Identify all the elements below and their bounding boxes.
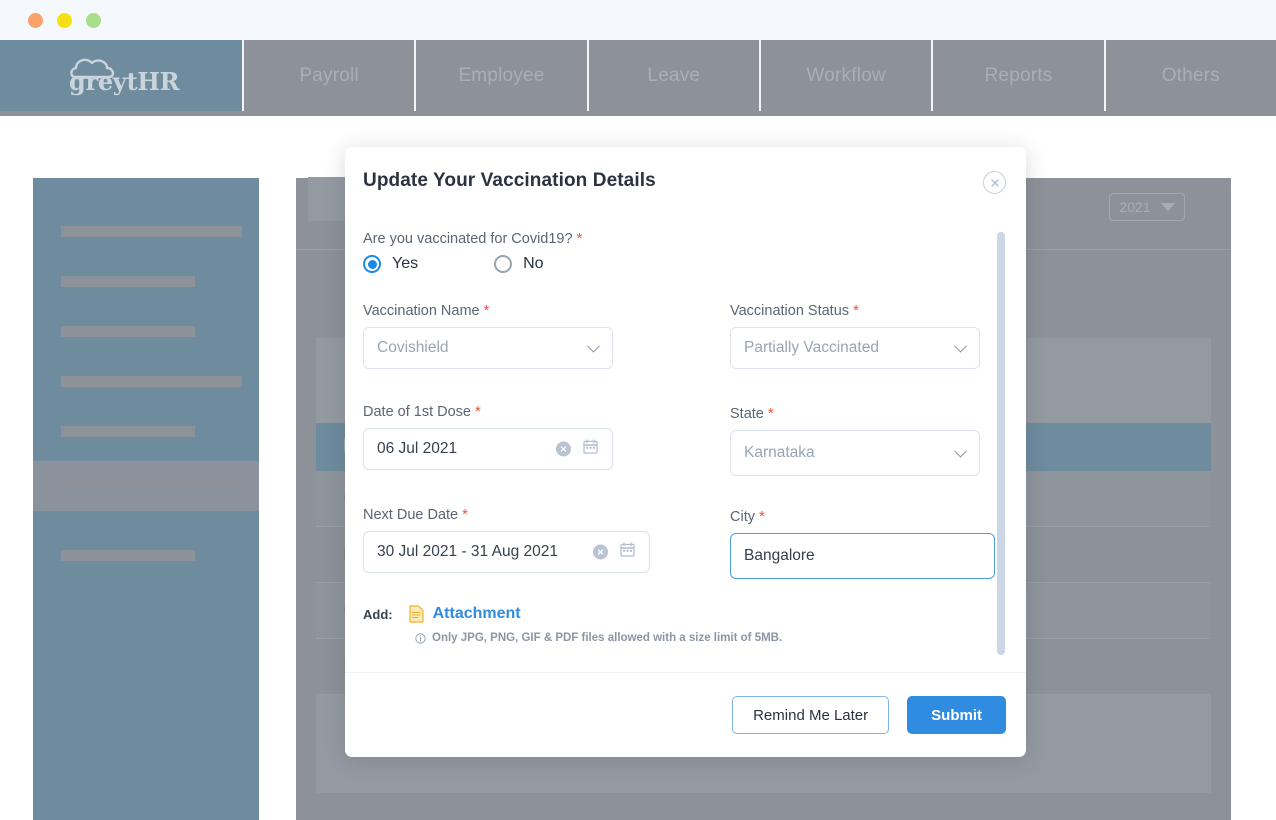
vaccination-name-value: Covishield	[377, 339, 449, 356]
required-marker: *	[767, 405, 774, 422]
attachment-hint-row: Only JPG, PNG, GIF & PDF files allowed w…	[415, 632, 782, 644]
city-input[interactable]: Bangalore	[730, 533, 995, 579]
top-navigation-bar: greytHR Payroll Employee Leave Workflow …	[0, 40, 1276, 111]
next-due-date-label-text: Next Due Date	[363, 507, 459, 523]
calendar-icon[interactable]	[583, 439, 598, 459]
brand-logo[interactable]: greytHR	[0, 40, 242, 111]
required-marker: *	[853, 302, 859, 319]
radio-icon-selected	[363, 255, 381, 273]
calendar-glyph	[620, 542, 635, 557]
clear-glyph	[560, 446, 567, 452]
nav-item-payroll[interactable]: Payroll	[242, 40, 414, 111]
date-first-dose-input[interactable]: 06 Jul 2021	[363, 428, 613, 470]
vaccination-name-select[interactable]: Covishield	[363, 327, 613, 369]
required-marker: *	[462, 506, 468, 523]
attachment-hint-text: Only JPG, PNG, GIF & PDF files allowed w…	[432, 632, 783, 644]
attachment-link-label: Attachment	[432, 605, 521, 622]
next-due-date-field: Next Due Date * 30 Jul 2021 - 31 Aug 202…	[363, 506, 650, 573]
date-first-dose-label: Date of 1st Dose *	[363, 403, 613, 420]
city-value: Bangalore	[744, 547, 815, 564]
clear-glyph	[597, 549, 604, 555]
remind-me-later-button[interactable]: Remind Me Later	[732, 696, 890, 734]
vaccination-status-value: Partially Vaccinated	[744, 339, 879, 356]
info-icon	[415, 632, 426, 644]
required-marker: *	[576, 230, 583, 247]
sidebar-skeleton-bar	[61, 326, 195, 337]
state-value: Karnataka	[744, 444, 815, 461]
vaccination-name-label-text: Vaccination Name	[363, 303, 480, 319]
calendar-icon[interactable]	[620, 542, 635, 562]
year-select-value: 2021	[1119, 199, 1151, 215]
chevron-down-icon	[954, 339, 967, 353]
state-select[interactable]: Karnataka	[730, 430, 980, 476]
window-titlebar	[0, 0, 1276, 40]
window-maximize-dot[interactable]	[86, 13, 101, 28]
attachment-add-label: Add:	[363, 606, 393, 622]
vaccination-status-label-text: Vaccination Status	[730, 303, 850, 319]
nav-item-others[interactable]: Others	[1103, 40, 1276, 111]
city-label: City *	[730, 508, 995, 525]
modal-scrollbar[interactable]	[997, 232, 1005, 655]
modal-body: Are you vaccinated for Covid19? * Yes No	[345, 207, 1026, 697]
nav-item-leave[interactable]: Leave	[586, 40, 759, 111]
window-close-dot[interactable]	[28, 13, 43, 28]
clear-icon[interactable]	[556, 441, 571, 457]
sidebar-skeleton-bar	[61, 480, 242, 491]
sidebar-skeleton-bar	[61, 226, 242, 237]
vaccinated-question-text: Are you vaccinated for Covid19?	[363, 231, 573, 247]
next-due-date-input[interactable]: 30 Jul 2021 - 31 Aug 2021	[363, 531, 650, 573]
state-field: State * Karnataka	[730, 405, 980, 476]
nav-item-reports[interactable]: Reports	[931, 40, 1103, 111]
close-icon[interactable]	[983, 171, 1006, 194]
radio-option-no[interactable]: No	[494, 255, 544, 273]
next-due-date-value: 30 Jul 2021 - 31 Aug 2021	[377, 543, 558, 560]
chevron-down-icon	[587, 339, 600, 353]
window-minimize-dot[interactable]	[57, 13, 72, 28]
sidebar-skeleton-bar	[61, 376, 242, 387]
modal-title: Update Your Vaccination Details	[363, 170, 656, 191]
chevron-down-icon	[954, 444, 967, 458]
required-marker: *	[475, 403, 481, 420]
vaccination-details-modal: Update Your Vaccination Details Are you …	[345, 147, 1026, 757]
nav-item-employee[interactable]: Employee	[414, 40, 586, 111]
brand-logo-text: greytHR	[69, 66, 180, 96]
state-label-text: State	[730, 406, 764, 422]
document-icon	[409, 605, 424, 623]
date-first-dose-label-text: Date of 1st Dose	[363, 404, 471, 420]
required-marker: *	[759, 508, 765, 525]
vaccinated-radio-group: Yes No	[363, 255, 544, 273]
chevron-down-icon	[1160, 203, 1175, 211]
required-marker: *	[483, 302, 490, 319]
vaccinated-question-label: Are you vaccinated for Covid19? *	[363, 230, 582, 247]
sidebar-skeleton-bar	[61, 550, 195, 561]
attachment-link[interactable]: Attachment	[409, 605, 521, 623]
calendar-glyph	[583, 439, 598, 454]
sidebar-skeleton-bar	[61, 276, 195, 287]
city-field: City * Bangalore	[730, 508, 995, 579]
date-first-dose-field: Date of 1st Dose * 06 Jul 2021	[363, 403, 613, 470]
vaccination-status-field: Vaccination Status * Partially Vaccinate…	[730, 302, 980, 369]
clear-icon[interactable]	[593, 544, 608, 560]
close-glyph	[990, 178, 999, 187]
state-label: State *	[730, 405, 980, 422]
app-window: greytHR Payroll Employee Leave Workflow …	[0, 0, 1276, 820]
vaccination-name-label: Vaccination Name *	[363, 302, 613, 319]
left-sidebar	[33, 178, 259, 820]
radio-option-yes[interactable]: Yes	[363, 255, 418, 273]
radio-label-no: No	[523, 255, 544, 272]
attachment-row: Add: Attachment	[363, 605, 521, 623]
city-label-text: City	[730, 509, 755, 525]
submit-button[interactable]: Submit	[907, 696, 1006, 734]
date-first-dose-value: 06 Jul 2021	[377, 440, 458, 457]
next-due-date-label: Next Due Date *	[363, 506, 650, 523]
modal-footer: Remind Me Later Submit	[345, 672, 1026, 757]
year-select[interactable]: 2021	[1109, 193, 1185, 221]
radio-label-yes: Yes	[392, 255, 419, 272]
sidebar-skeleton-bar	[61, 426, 195, 437]
vaccination-status-label: Vaccination Status *	[730, 302, 980, 319]
radio-icon-unselected	[494, 255, 513, 273]
nav-item-workflow[interactable]: Workflow	[758, 40, 931, 111]
vaccination-status-select[interactable]: Partially Vaccinated	[730, 327, 980, 369]
vaccination-name-field: Vaccination Name * Covishield	[363, 302, 613, 369]
